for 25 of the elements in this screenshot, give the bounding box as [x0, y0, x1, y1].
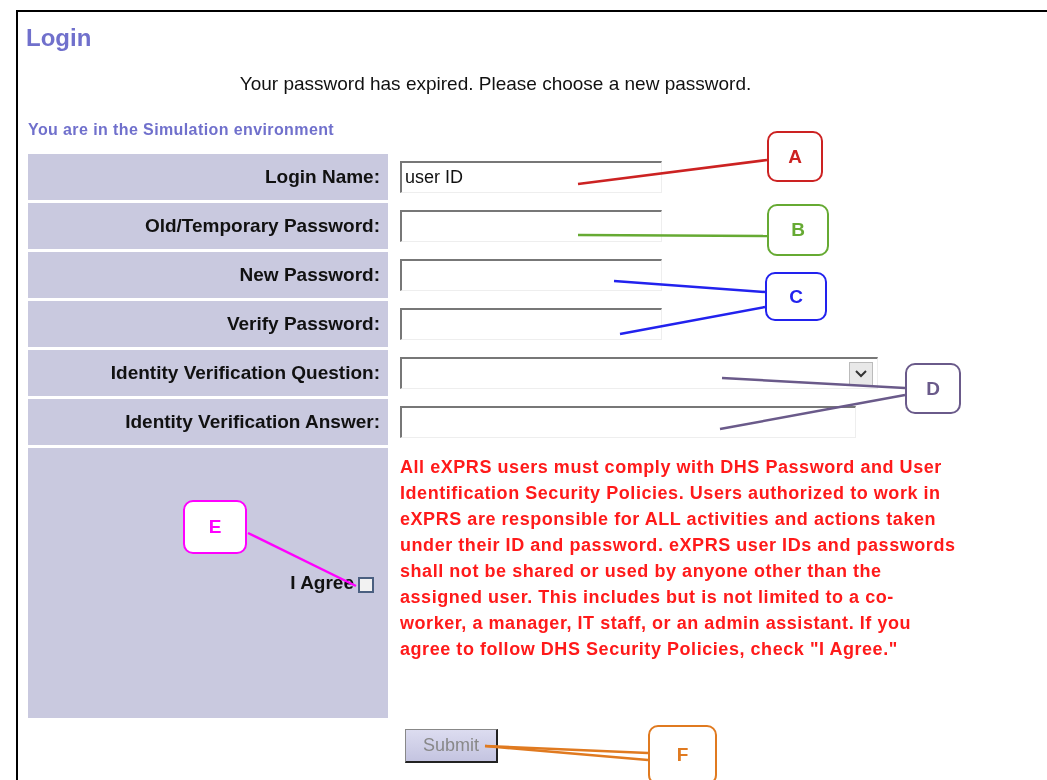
policy-notice: All eXPRS users must comply with DHS Password and User Identification Security Policies. Users authorized to work in eXPRS are responsible for ALL activities and actions taken under their ID and password. eXPRS user IDs and passwords shall not be shared or used by anyone other than the assigned user. This includes but is not limited to a co-worker, a manager, IT staff, or an admin assistant. If you agree to follow DHS Security Policies, check "I Agree." [400, 456, 957, 661]
field-label: Old/Temporary Password: [28, 203, 388, 249]
agree-checkbox[interactable] [358, 577, 374, 593]
field-label: Login Name: [28, 154, 388, 200]
expired-message: Your password has expired. Please choose a new password. [238, 72, 753, 96]
page-title: Login [26, 24, 93, 52]
callout-label: A [767, 131, 823, 182]
environment-notice: You are in the Simulation environment [28, 121, 336, 139]
login-name-field[interactable]: user ID [400, 161, 662, 193]
field-label: Verify Password: [28, 301, 388, 347]
chevron-down-icon [855, 369, 867, 378]
password-field[interactable] [400, 259, 662, 291]
callout-label: F [648, 725, 717, 780]
callout-label: D [905, 363, 961, 414]
callout-label: E [183, 500, 247, 554]
field-label: Identity Verification Answer: [28, 399, 388, 445]
password-field[interactable] [400, 210, 662, 242]
callout-label: C [765, 272, 827, 321]
password-field[interactable] [400, 308, 662, 340]
answer-field[interactable] [400, 406, 856, 438]
question-dropdown[interactable] [400, 357, 878, 389]
field-label: Identity Verification Question: [28, 350, 388, 396]
callout-label: B [767, 204, 829, 256]
field-label: New Password: [28, 252, 388, 298]
agree-label: I Agree [290, 572, 354, 594]
